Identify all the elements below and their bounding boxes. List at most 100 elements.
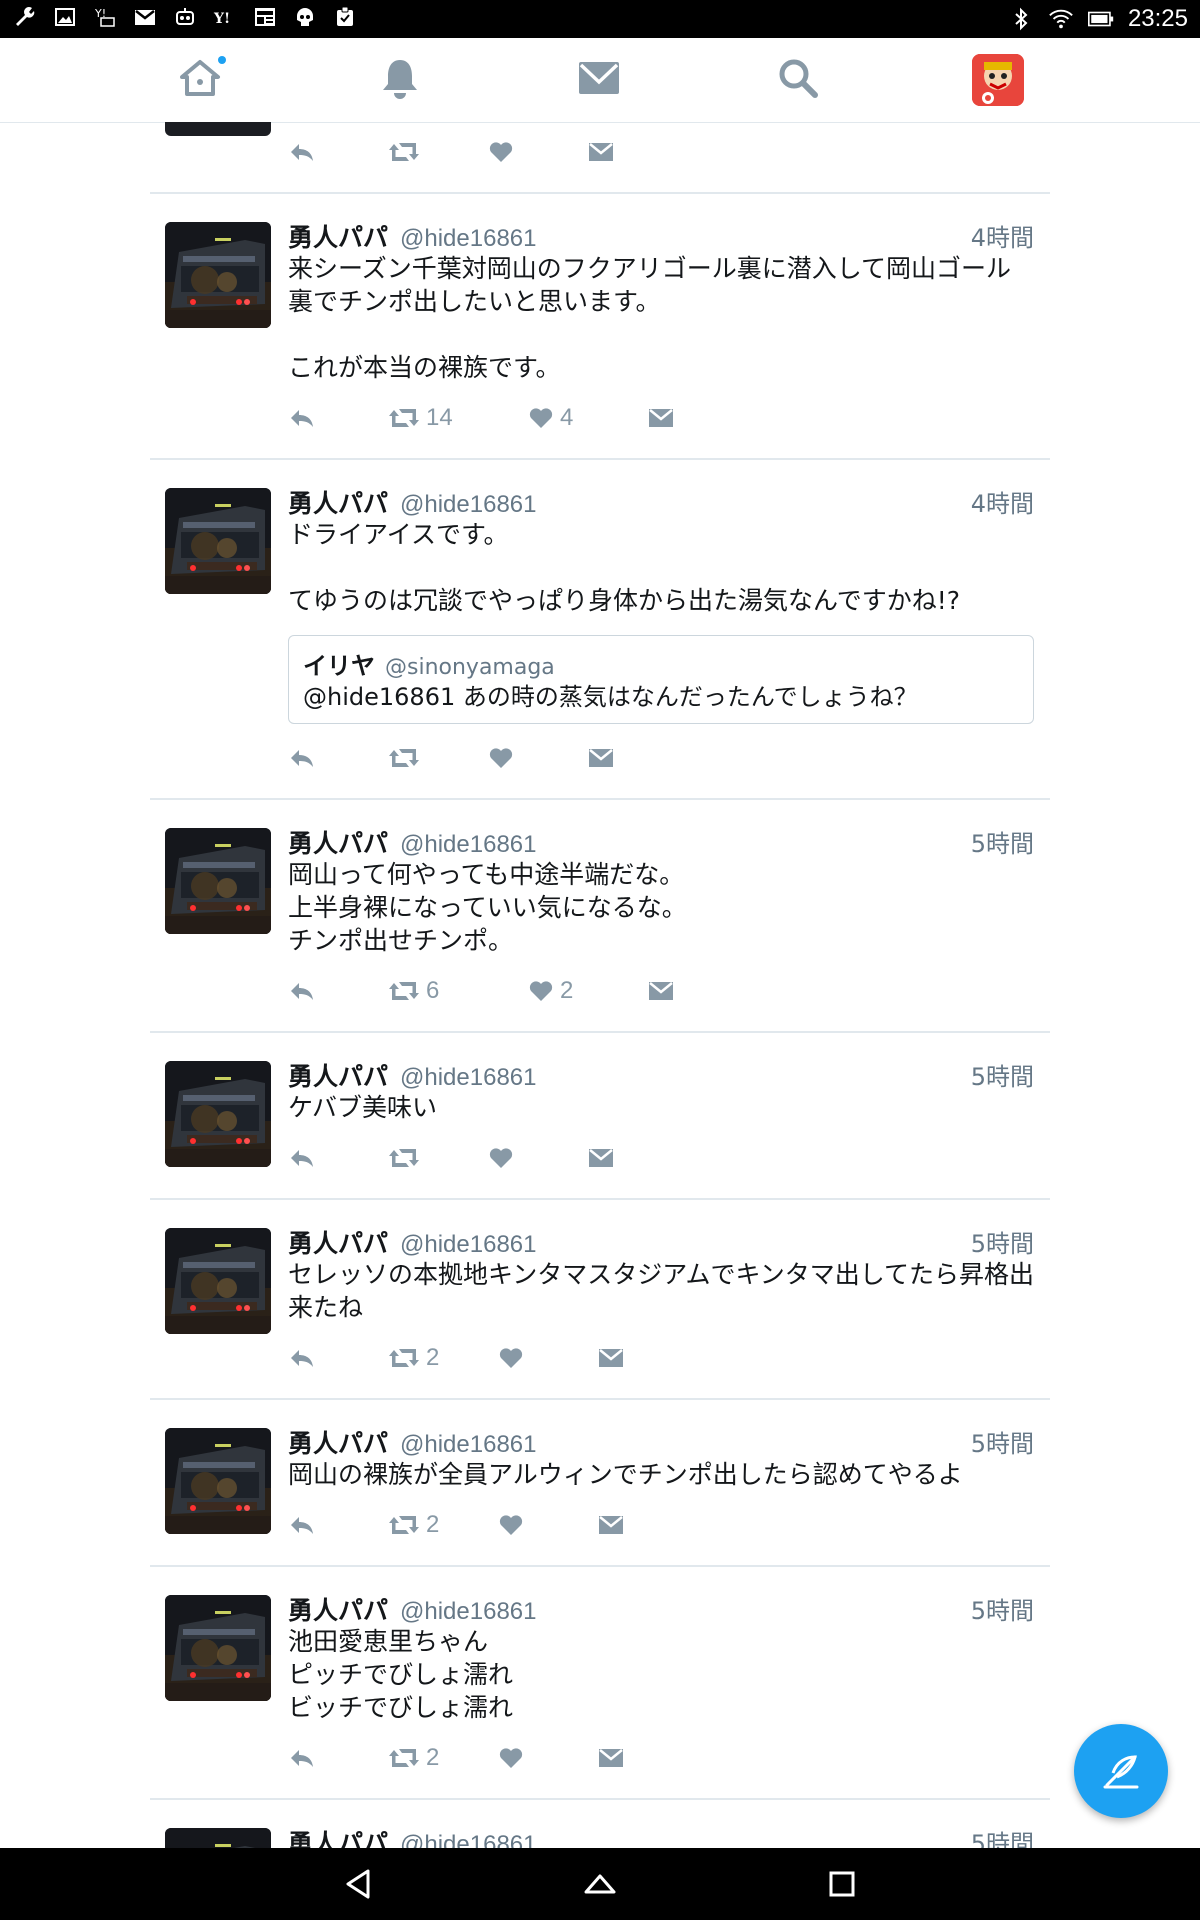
tweet-avatar[interactable] bbox=[165, 222, 271, 328]
retweet-button[interactable] bbox=[388, 746, 488, 770]
tweet-author-name[interactable]: 勇人パパ bbox=[288, 1824, 388, 1848]
retweet-button[interactable]: 14 bbox=[388, 404, 528, 432]
tweet-actions: 14 4 bbox=[288, 398, 1034, 438]
dm-share-button[interactable] bbox=[648, 980, 674, 1002]
tweet[interactable]: 勇人パパ @hide16861 5時間 bbox=[150, 1800, 1050, 1848]
tweet-author-name[interactable]: 勇人パパ bbox=[288, 218, 388, 254]
tweet[interactable]: 勇人パパ @hide16861 4時間 来シーズン千葉対岡山のフクアリゴール裏に潜入し… bbox=[150, 194, 1050, 460]
retweet-button[interactable]: 2 bbox=[388, 1511, 498, 1539]
tweet-timestamp: 5時間 bbox=[970, 1597, 1034, 1625]
like-button[interactable] bbox=[488, 1146, 588, 1170]
tweet-avatar[interactable] bbox=[165, 1428, 271, 1534]
like-button[interactable] bbox=[498, 1346, 598, 1370]
tweet-author-handle[interactable]: @hide16861 bbox=[400, 1064, 536, 1092]
tweet-avatar[interactable] bbox=[165, 1595, 271, 1701]
tweet-author-handle[interactable]: @hide16861 bbox=[400, 1231, 536, 1259]
messages-tab[interactable] bbox=[571, 52, 627, 108]
envelope-icon bbox=[588, 747, 614, 769]
heart-icon bbox=[488, 746, 514, 770]
retweet-button[interactable]: 2 bbox=[388, 1744, 498, 1772]
dm-share-button[interactable] bbox=[588, 1147, 614, 1169]
quoted-tweet[interactable]: イリヤ @sinonyamaga @hide16861 あの時の蒸気はなんだったんで… bbox=[288, 635, 1034, 724]
reply-button[interactable] bbox=[288, 1146, 388, 1170]
tweet-timestamp: 5時間 bbox=[970, 1063, 1034, 1091]
tweet-author-name[interactable]: 勇人パパ bbox=[288, 1424, 388, 1460]
tweet[interactable]: 勇人パパ @hide16861 5時間 ケバブ美味い bbox=[150, 1033, 1050, 1200]
reply-icon bbox=[288, 746, 316, 770]
tweet[interactable]: 勇人パパ @hide16861 5時間 岡山の裸族が全員アルウィンでチンポ出したら認め… bbox=[150, 1400, 1050, 1567]
reply-button[interactable] bbox=[288, 140, 388, 164]
tweet-actions bbox=[288, 1138, 1034, 1178]
tweet[interactable]: 勇人パパ @hide16861 5時間 池田愛恵里ちゃん ピッチでびしょ濡れ ビッチで… bbox=[150, 1567, 1050, 1800]
compose-tweet-button[interactable] bbox=[1074, 1724, 1168, 1818]
tweet-author-handle[interactable]: @hide16861 bbox=[400, 491, 536, 519]
reply-button[interactable] bbox=[288, 1746, 388, 1770]
tweet-text: 岡山の裸族が全員アルウィンでチンポ出したら認めてやるよ bbox=[288, 1460, 963, 1489]
like-button[interactable] bbox=[488, 140, 588, 164]
tweet[interactable]: 勇人パパ @hide16861 4時間 ドライアイスです。 てゆうのは冗談でやっぱり身… bbox=[150, 460, 1050, 800]
reply-button[interactable] bbox=[288, 979, 388, 1003]
notifications-tab[interactable] bbox=[372, 52, 428, 108]
heart-icon bbox=[528, 406, 554, 430]
dm-share-button[interactable] bbox=[588, 141, 614, 163]
dm-share-button[interactable] bbox=[588, 747, 614, 769]
heart-icon bbox=[489, 142, 513, 162]
reply-icon bbox=[288, 1513, 316, 1537]
retweet-button[interactable]: 6 bbox=[388, 977, 528, 1005]
tweet[interactable]: 勇人パパ @hide16861 5時間 セレッソの本拠地キンタマスタジアムでキンタマ出… bbox=[150, 1200, 1050, 1400]
search-tab[interactable] bbox=[770, 52, 826, 108]
retweet-button[interactable]: 2 bbox=[388, 1344, 498, 1372]
tweet-author-name[interactable]: 勇人パパ bbox=[288, 1591, 388, 1627]
tweet-author-name[interactable]: 勇人パパ bbox=[288, 484, 388, 520]
envelope-icon bbox=[598, 1514, 624, 1536]
heart-icon bbox=[498, 1346, 524, 1370]
home-icon bbox=[178, 56, 222, 104]
reply-button[interactable] bbox=[288, 406, 388, 430]
dm-share-button[interactable] bbox=[598, 1747, 624, 1769]
tweet-author-name[interactable]: 勇人パパ bbox=[288, 1224, 388, 1260]
like-button[interactable]: 2 bbox=[528, 977, 648, 1005]
tweet-avatar[interactable] bbox=[165, 828, 271, 934]
home-circle-icon bbox=[584, 1874, 616, 1894]
svg-text:Y!: Y! bbox=[213, 11, 230, 27]
retweet-button[interactable] bbox=[388, 140, 488, 164]
tweet-actions: 2 bbox=[288, 1505, 1034, 1545]
tweet-author-handle[interactable]: @hide16861 bbox=[400, 1431, 536, 1459]
tweet-actions: 2 bbox=[288, 1338, 1034, 1378]
profile-avatar[interactable] bbox=[972, 54, 1024, 106]
dm-share-button[interactable] bbox=[648, 407, 674, 429]
reply-button[interactable] bbox=[288, 1513, 388, 1537]
tweet-author-handle[interactable]: @hide16861 bbox=[400, 225, 536, 253]
like-button[interactable] bbox=[498, 1513, 598, 1537]
tweet-avatar[interactable] bbox=[165, 1228, 271, 1334]
tweet-author-handle[interactable]: @hide16861 bbox=[400, 1831, 536, 1848]
dm-share-button[interactable] bbox=[598, 1514, 624, 1536]
like-button[interactable]: 4 bbox=[528, 404, 648, 432]
like-button[interactable] bbox=[498, 1746, 598, 1770]
reply-button[interactable] bbox=[288, 1346, 388, 1370]
tweet-author-name[interactable]: 勇人パパ bbox=[288, 1057, 388, 1093]
skull-icon bbox=[292, 4, 318, 30]
reply-button[interactable] bbox=[288, 746, 388, 770]
back-button[interactable] bbox=[336, 1862, 380, 1906]
tweet-author-handle[interactable]: @hide16861 bbox=[400, 1598, 536, 1626]
like-button[interactable] bbox=[488, 746, 588, 770]
home-tab[interactable] bbox=[172, 52, 228, 108]
tweet-timestamp: 4時間 bbox=[970, 490, 1034, 518]
tweet-avatar[interactable] bbox=[165, 1828, 271, 1848]
retweet-button[interactable] bbox=[388, 1146, 488, 1170]
tweet-partial-top[interactable] bbox=[150, 122, 1050, 194]
tweet-avatar[interactable] bbox=[165, 1061, 271, 1167]
tweet[interactable]: 勇人パパ @hide16861 5時間 岡山って何やっても中途半端だな。 上半身裸にな… bbox=[150, 800, 1050, 1033]
tweet-avatar[interactable] bbox=[165, 122, 271, 136]
timeline[interactable]: 勇人パパ @hide16861 4時間 来シーズン千葉対岡山のフクアリゴール裏に潜入し… bbox=[150, 122, 1050, 1848]
tweet-avatar[interactable] bbox=[165, 488, 271, 594]
recents-button[interactable] bbox=[820, 1862, 864, 1906]
home-button[interactable] bbox=[578, 1862, 622, 1906]
tweet-author-handle[interactable]: @hide16861 bbox=[400, 831, 536, 859]
dm-share-button[interactable] bbox=[598, 1347, 624, 1369]
status-bar: Y! Y! 23:25 bbox=[0, 0, 1200, 38]
tweet-author-name[interactable]: 勇人パパ bbox=[288, 824, 388, 860]
new-tweets-dot bbox=[218, 56, 226, 64]
retweet-icon bbox=[388, 1146, 420, 1170]
